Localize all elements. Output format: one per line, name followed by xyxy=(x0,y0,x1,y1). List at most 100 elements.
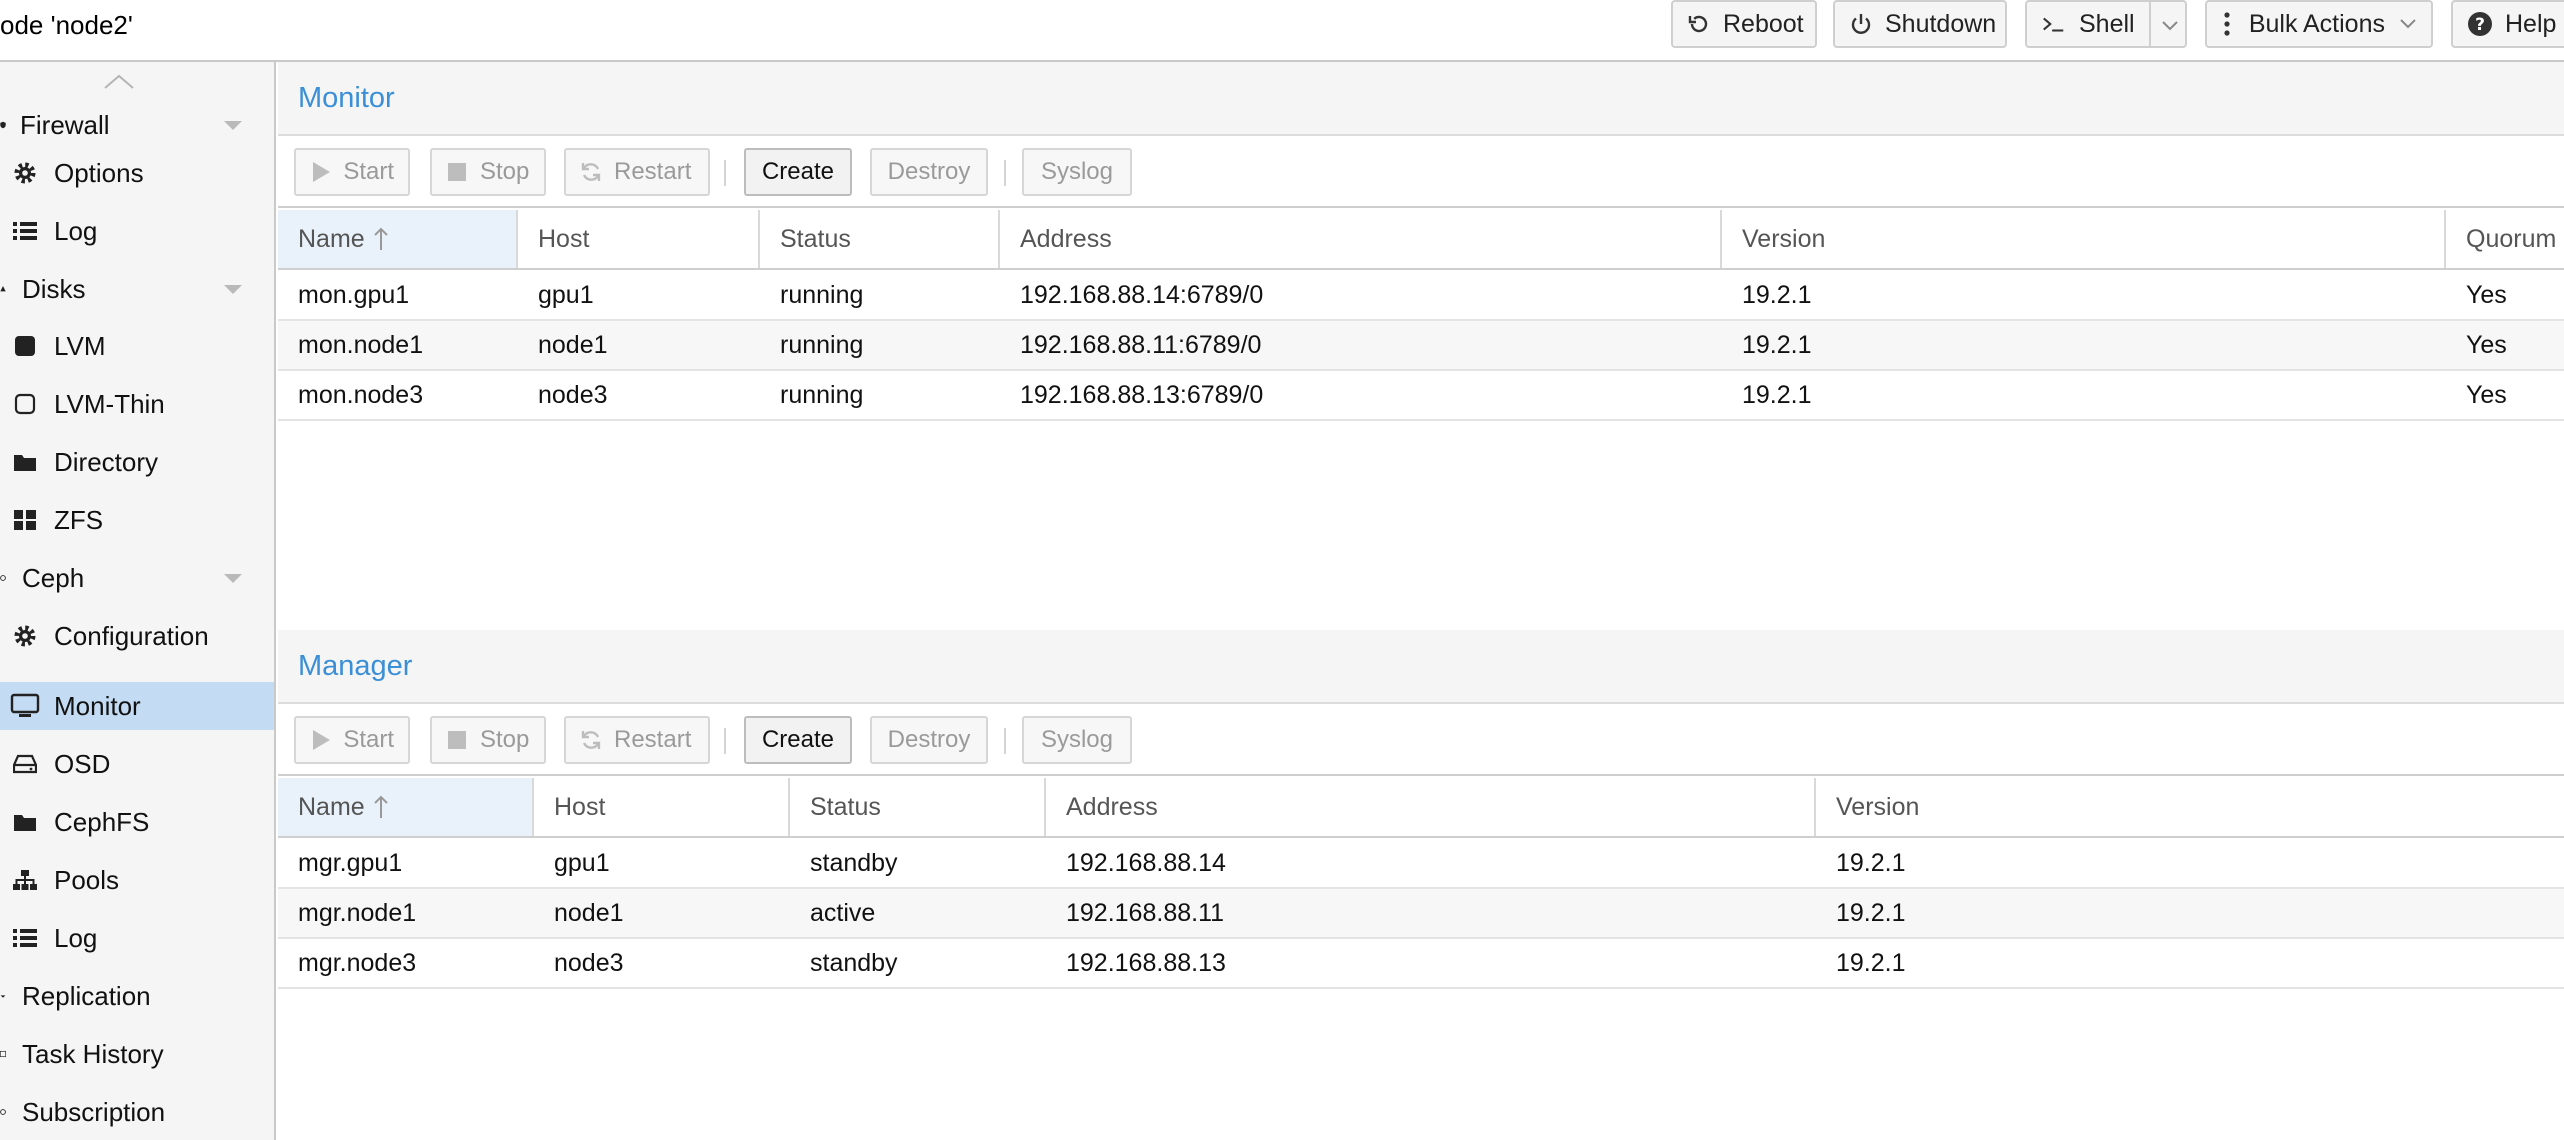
sidebar-item-log[interactable]: Log xyxy=(0,207,274,255)
cell-name: mgr.gpu1 xyxy=(298,848,403,877)
sidebar-item-label: CephFS xyxy=(54,806,150,837)
cell-name: mon.node3 xyxy=(298,380,424,409)
grid-icon xyxy=(12,507,38,533)
chevron-down-icon[interactable] xyxy=(224,285,242,294)
list-icon xyxy=(12,925,38,951)
panel-title: Manager xyxy=(298,649,413,682)
sidebar-item-ceph[interactable]: Ceph xyxy=(0,554,274,602)
bulk-actions-button[interactable]: Bulk Actions xyxy=(2205,0,2433,48)
help-button[interactable]: ? Help xyxy=(2451,0,2564,48)
power-icon xyxy=(1849,11,1873,37)
sidebar-item-disks[interactable]: Disks xyxy=(0,265,274,313)
manager-syslog-button[interactable]: Syslog xyxy=(1022,716,1132,764)
column-header-name[interactable]: Name xyxy=(278,210,518,268)
table-row[interactable]: mon.node1 node1 running 192.168.88.11:67… xyxy=(278,321,2564,371)
chevron-down-icon xyxy=(2399,18,2417,30)
bulk-actions-label: Bulk Actions xyxy=(2248,9,2385,38)
cell-name: mon.node1 xyxy=(298,330,424,359)
sidebar-item-directory[interactable]: Directory xyxy=(0,438,274,486)
column-header-status[interactable]: Status xyxy=(790,778,1046,836)
restart-label: Restart xyxy=(614,726,692,753)
column-header-version[interactable]: Version xyxy=(1722,210,2446,268)
cell-version: 19.2.1 xyxy=(1836,898,1906,927)
panel-title: Monitor xyxy=(298,81,395,114)
shell-dropdown-toggle[interactable] xyxy=(2148,2,2179,46)
sidebar-item-pools[interactable]: Pools xyxy=(0,856,274,904)
column-label: Address xyxy=(1066,792,1158,821)
table-row[interactable]: mgr.node1 node1 active 192.168.88.11 19.… xyxy=(278,889,2564,939)
create-label: Create xyxy=(761,158,835,185)
cell-address: 192.168.88.13 xyxy=(1066,948,1226,977)
monitor-panel-title: Monitor xyxy=(278,62,2564,136)
start-label: Start xyxy=(343,158,394,185)
toolbar-separator xyxy=(1004,728,1006,754)
square-icon xyxy=(12,333,38,359)
table-row[interactable]: mon.gpu1 gpu1 running 192.168.88.14:6789… xyxy=(278,271,2564,321)
column-header-host[interactable]: Host xyxy=(534,778,790,836)
scroll-up-icon[interactable] xyxy=(102,72,136,92)
sidebar-item-label: Log xyxy=(54,922,98,953)
list-icon xyxy=(12,218,38,244)
column-header-host[interactable]: Host xyxy=(518,210,760,268)
manager-destroy-button[interactable]: Destroy xyxy=(870,716,988,764)
manager-stop-button[interactable]: Stop xyxy=(430,716,546,764)
manager-restart-button[interactable]: Restart xyxy=(564,716,710,764)
sidebar-item-lvm-thin[interactable]: LVM-Thin xyxy=(0,380,274,428)
cell-address: 192.168.88.11 xyxy=(1066,898,1225,927)
sidebar-item-subscription[interactable]: Subscription xyxy=(0,1088,274,1136)
column-header-name[interactable]: Name xyxy=(278,778,534,836)
manager-toolbar: Start Stop Restart Create Destroy Syslog xyxy=(278,704,2564,776)
monitor-stop-button[interactable]: Stop xyxy=(430,148,546,196)
column-label: Version xyxy=(1742,224,1826,253)
manager-create-button[interactable]: Create xyxy=(744,716,852,764)
sidebar-item-zfs[interactable]: ZFS xyxy=(0,496,274,544)
sidebar-item-label: LVM-Thin xyxy=(54,388,165,419)
sidebar-item-options[interactable]: Options xyxy=(0,149,274,197)
monitor-destroy-button[interactable]: Destroy xyxy=(870,148,988,196)
stop-label: Stop xyxy=(480,726,530,753)
ceph-icon xyxy=(0,565,6,591)
sidebar-item-monitor[interactable]: Monitor xyxy=(0,682,274,730)
sidebar-item-firewall[interactable]: Firewall xyxy=(0,101,274,149)
stop-icon xyxy=(446,161,468,183)
column-header-version[interactable]: Version xyxy=(1816,778,2564,836)
sitemap-icon xyxy=(12,867,38,893)
retweet-icon xyxy=(0,983,6,1009)
monitor-syslog-button[interactable]: Syslog xyxy=(1022,148,1132,196)
shutdown-button[interactable]: Shutdown xyxy=(1833,0,2007,48)
column-label: Version xyxy=(1836,792,1920,821)
sidebar-item-cephfs[interactable]: CephFS xyxy=(0,798,274,846)
column-header-quorum[interactable]: Quorum xyxy=(2446,210,2564,268)
cell-quorum: Yes xyxy=(2466,280,2507,309)
question-circle-icon: ? xyxy=(2467,11,2493,37)
column-label: Host xyxy=(538,224,590,253)
sidebar-item-configuration[interactable]: Configuration xyxy=(0,612,274,660)
cell-host: node3 xyxy=(538,380,608,409)
sidebar-item-replication[interactable]: Replication xyxy=(0,972,274,1020)
sidebar-item-osd[interactable]: OSD xyxy=(0,740,274,788)
chevron-down-icon[interactable] xyxy=(224,574,242,583)
shell-button[interactable]: Shell xyxy=(2025,0,2187,48)
table-row[interactable]: mgr.node3 node3 standby 192.168.88.13 19… xyxy=(278,939,2564,989)
column-header-status[interactable]: Status xyxy=(760,210,1000,268)
sidebar-item-task-history[interactable]: Task History xyxy=(0,1030,274,1078)
chevron-down-icon[interactable] xyxy=(224,121,242,130)
monitor-start-button[interactable]: Start xyxy=(294,148,410,196)
cell-status: running xyxy=(780,380,864,409)
table-row[interactable]: mon.node3 node3 running 192.168.88.13:67… xyxy=(278,371,2564,421)
shield-icon xyxy=(0,112,6,138)
cell-version: 19.2.1 xyxy=(1836,948,1906,977)
monitor-create-button[interactable]: Create xyxy=(744,148,852,196)
sort-ascending-icon xyxy=(373,226,389,252)
reboot-button[interactable]: Reboot xyxy=(1671,0,1817,48)
column-header-address[interactable]: Address xyxy=(1046,778,1816,836)
manager-start-button[interactable]: Start xyxy=(294,716,410,764)
column-header-address[interactable]: Address xyxy=(1000,210,1722,268)
sidebar-item-ceph-log[interactable]: Log xyxy=(0,914,274,962)
sidebar-item-lvm[interactable]: LVM xyxy=(0,322,274,370)
manager-table-header: Name Host Status Address Version xyxy=(278,778,2564,838)
folder-icon xyxy=(12,449,38,475)
chevron-down-icon xyxy=(2161,10,2179,39)
monitor-restart-button[interactable]: Restart xyxy=(564,148,710,196)
table-row[interactable]: mgr.gpu1 gpu1 standby 192.168.88.14 19.2… xyxy=(278,839,2564,889)
